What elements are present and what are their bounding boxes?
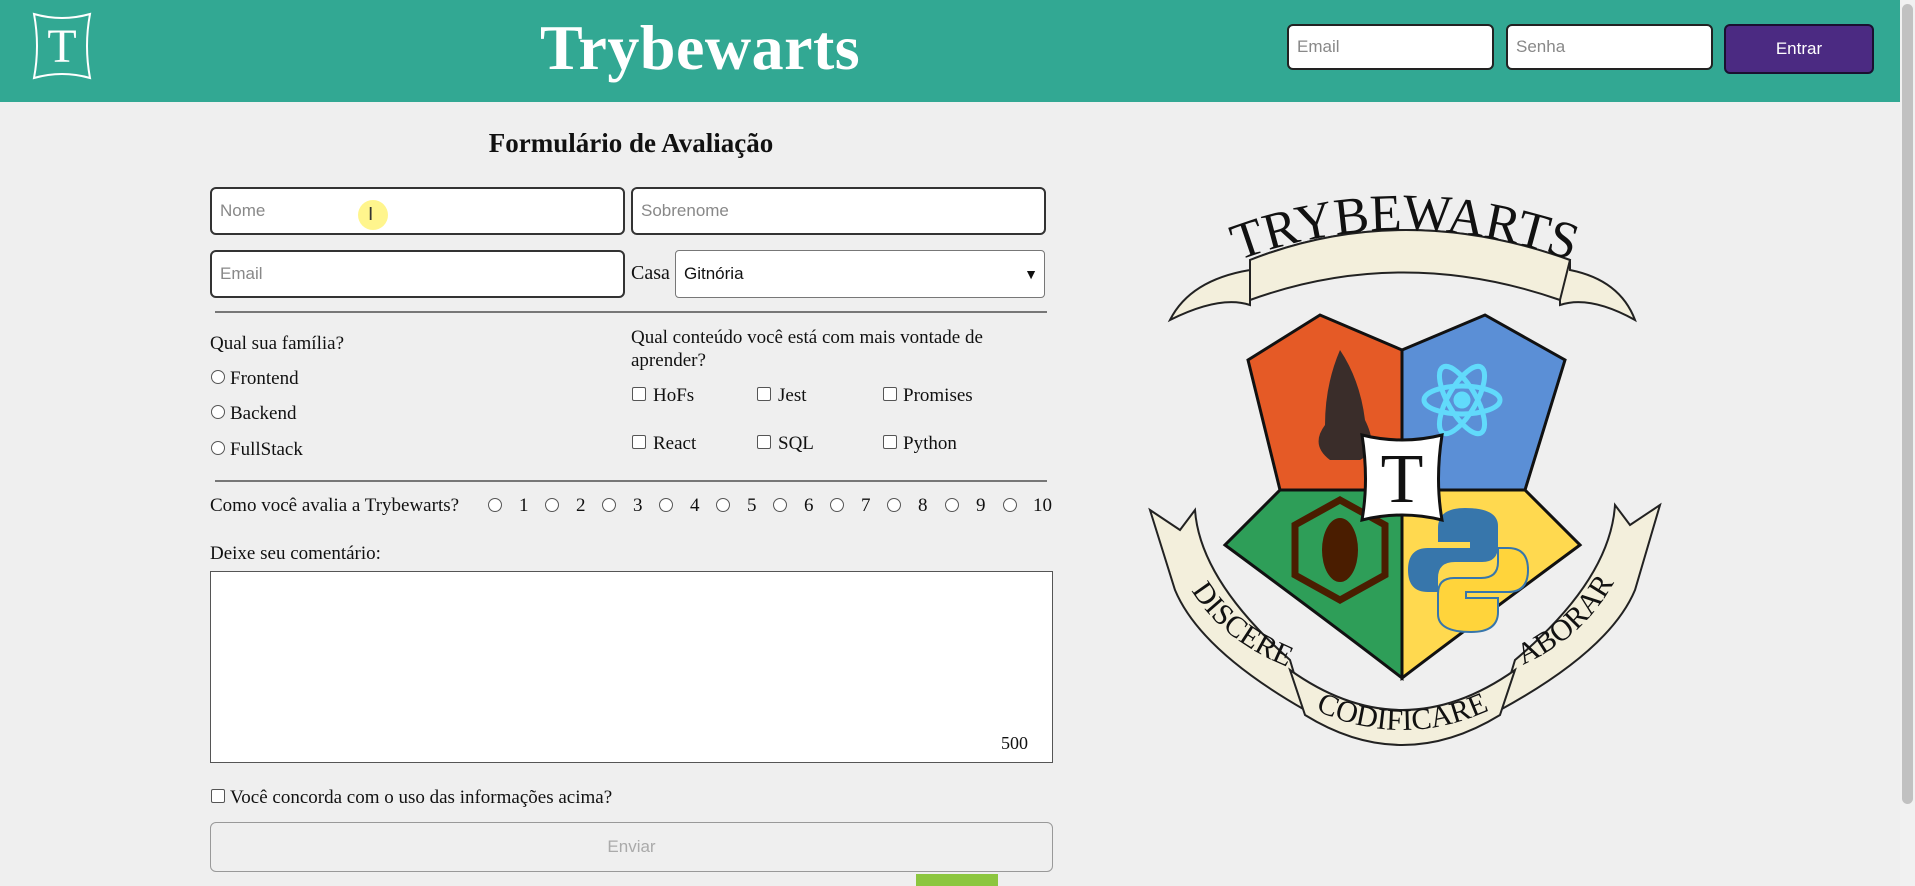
submit-button[interactable]: Enviar [210, 822, 1053, 872]
rating-radio-2[interactable] [545, 498, 559, 512]
rating-radio-5[interactable] [716, 498, 730, 512]
familia-question: Qual sua família? [210, 333, 345, 354]
checkbox-label-hofs: HoFs [653, 385, 695, 406]
rating-label-6: 6 [804, 495, 814, 516]
rating-label-9: 9 [976, 495, 986, 516]
checkbox-hofs[interactable] [632, 387, 646, 401]
agreement-label: Você concorda com o uso das informações … [230, 787, 613, 808]
rating-label-2: 2 [576, 495, 586, 516]
checkbox-sql[interactable] [757, 435, 771, 449]
checkbox-label-python: Python [903, 433, 957, 454]
login-button[interactable]: Entrar [1724, 24, 1874, 74]
comment-label: Deixe seu comentário: [210, 543, 381, 564]
form-email-input[interactable]: Email [210, 250, 625, 298]
checkbox-label-jest: Jest [778, 385, 807, 406]
login-email-input[interactable]: Email [1287, 24, 1494, 70]
casa-selected-value: Gitnória [684, 264, 744, 283]
section-divider [215, 311, 1047, 313]
radio-label-fullstack: FullStack [230, 439, 303, 460]
sobrenome-input[interactable]: Sobrenome [631, 187, 1046, 235]
section-divider [215, 480, 1047, 482]
scrollbar-thumb[interactable] [1902, 4, 1913, 804]
rating-radio-6[interactable] [773, 498, 787, 512]
agreement-checkbox[interactable] [211, 789, 225, 803]
rating-radio-1[interactable] [488, 498, 502, 512]
footer-green-tab [916, 874, 998, 886]
crest-center-letter: T [1381, 441, 1424, 518]
rating-radio-9[interactable] [945, 498, 959, 512]
radio-label-frontend: Frontend [230, 368, 299, 389]
radio-fullstack[interactable] [211, 441, 225, 455]
rating-radio-10[interactable] [1003, 498, 1017, 512]
rating-radio-7[interactable] [830, 498, 844, 512]
nome-input[interactable]: Nome [210, 187, 625, 235]
radio-backend[interactable] [211, 405, 225, 419]
chevron-down-icon: ▼ [1024, 266, 1038, 282]
form-title: Formulário de Avaliação [488, 128, 774, 158]
conteudo-question: Qual conteúdo você está com mais vontade… [631, 327, 983, 371]
trybewarts-logo: T [26, 10, 98, 82]
rating-label-1: 1 [519, 495, 529, 516]
casa-select[interactable]: Gitnória ▼ [675, 250, 1045, 298]
checkbox-label-sql: SQL [778, 433, 814, 454]
rating-label-3: 3 [633, 495, 643, 516]
rating-question: Como você avalia a Trybewarts? [210, 495, 460, 516]
comment-textarea[interactable]: 500 [210, 571, 1053, 763]
checkbox-label-react: React [653, 433, 697, 454]
page-scrollbar[interactable] [1900, 0, 1915, 886]
rating-label-4: 4 [690, 495, 700, 516]
rating-label-10: 10 [1033, 495, 1052, 516]
radio-frontend[interactable] [211, 370, 225, 384]
rating-radio-3[interactable] [602, 498, 616, 512]
rating-radio-8[interactable] [887, 498, 901, 512]
checkbox-label-promises: Promises [903, 385, 973, 406]
radio-label-backend: Backend [230, 403, 297, 424]
checkbox-jest[interactable] [757, 387, 771, 401]
casa-label: Casa [631, 262, 670, 284]
rating-label-5: 5 [747, 495, 757, 516]
rating-radio-4[interactable] [659, 498, 673, 512]
rating-label-7: 7 [861, 495, 871, 516]
checkbox-promises[interactable] [883, 387, 897, 401]
rating-label-8: 8 [918, 495, 928, 516]
checkbox-react[interactable] [632, 435, 646, 449]
text-cursor-icon: I [368, 204, 374, 225]
site-header: T Trybewarts Email Senha Entrar [0, 0, 1900, 102]
logo-letter: T [47, 20, 76, 73]
char-counter: 500 [1001, 733, 1028, 753]
login-password-input[interactable]: Senha [1506, 24, 1713, 70]
site-title: Trybewarts [540, 12, 861, 83]
trybewarts-crest: TRYBEWARTS T DISCERE CODIFICARE ABORAR [1131, 164, 1670, 775]
checkbox-python[interactable] [883, 435, 897, 449]
